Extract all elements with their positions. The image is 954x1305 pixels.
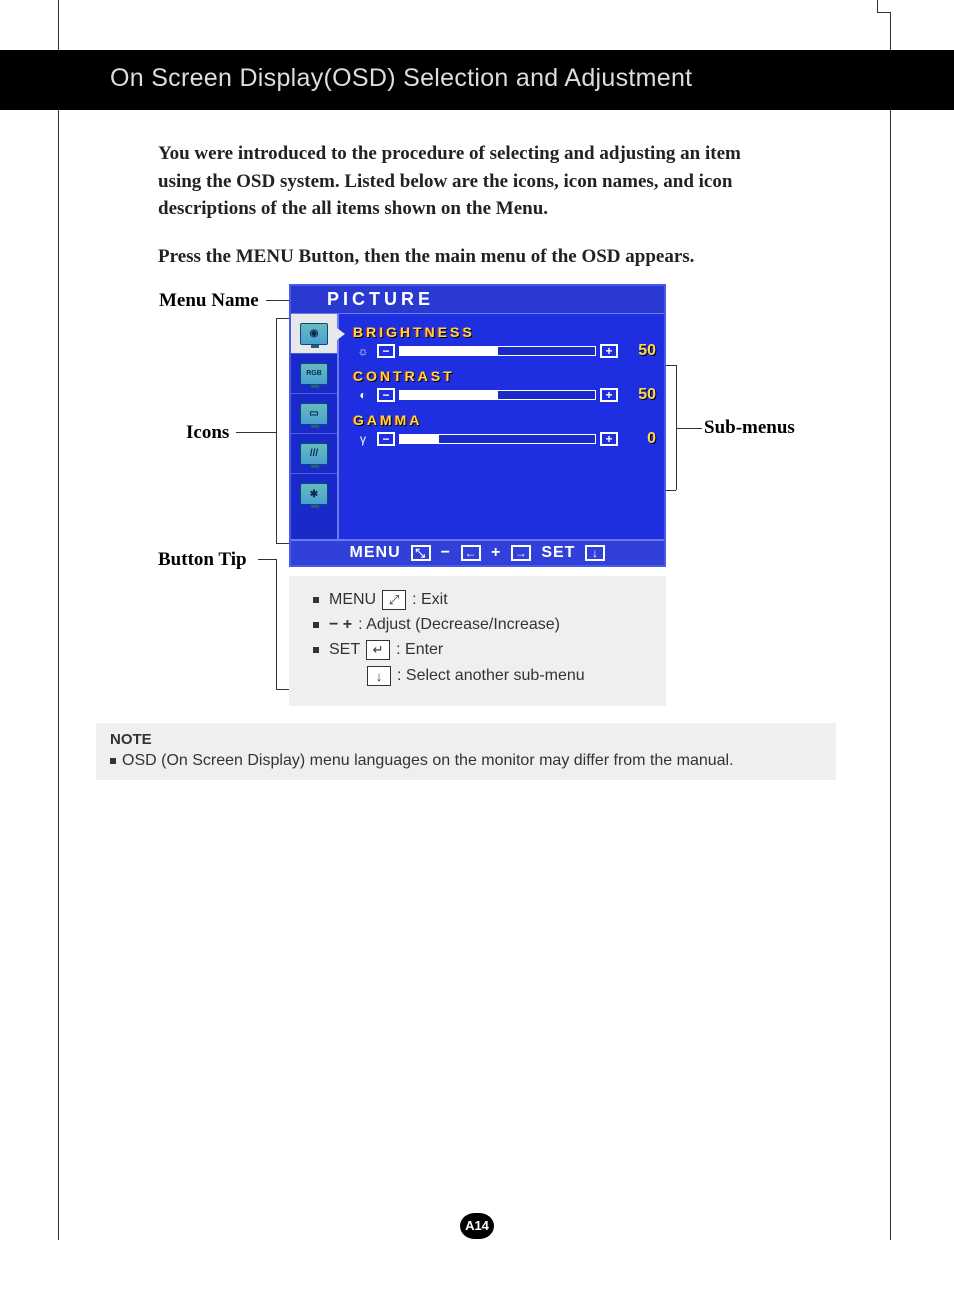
line-submenus bbox=[676, 428, 702, 429]
tip-desc: : Enter bbox=[396, 641, 443, 659]
bracket-icons-b bbox=[276, 543, 290, 544]
submenu-label: CONTRAST bbox=[353, 368, 656, 384]
brightness-slider[interactable] bbox=[399, 346, 596, 356]
label-menu-name: Menu Name bbox=[159, 290, 259, 312]
minus-button[interactable]: − bbox=[377, 432, 395, 446]
rgb-icon: RGB bbox=[301, 364, 327, 384]
enter-key-icon: ↵ bbox=[366, 640, 390, 660]
osd-icon-color[interactable]: RGB bbox=[291, 354, 337, 394]
sun-icon: ◉ bbox=[301, 324, 327, 344]
osd-icon-setup[interactable]: ✱ bbox=[291, 474, 337, 514]
osd-main: BRIGHTNESS ☼ − + 50 CONTRAST ◐ − + 50 bbox=[339, 314, 664, 539]
tip-row: − + : Adjust (Decrease/Increase) bbox=[313, 616, 648, 634]
note-text: OSD (On Screen Display) menu languages o… bbox=[110, 752, 822, 770]
contrast-value: 50 bbox=[622, 386, 656, 404]
slider-row: γ − + 0 bbox=[353, 430, 656, 448]
label-sub-menus: Sub-menus bbox=[704, 417, 795, 439]
label-button-tip: Button Tip bbox=[158, 549, 247, 571]
osd-footer: MENU ⤡ −← + → SET ↓ bbox=[291, 539, 664, 565]
bracket-submenus-v bbox=[676, 365, 677, 490]
intro-text: You were introduced to the procedure of … bbox=[158, 140, 778, 223]
osd-icon-screen[interactable]: ▭ bbox=[291, 394, 337, 434]
gamma-value: 0 bbox=[622, 430, 656, 448]
tip-row: ↓ : Select another sub-menu bbox=[367, 666, 648, 686]
bracket-icons-t bbox=[276, 318, 290, 319]
corner-mark bbox=[877, 0, 891, 13]
note-label: NOTE bbox=[110, 731, 822, 748]
button-tip-box: MENU ⤢ : Exit − + : Adjust (Decrease/Inc… bbox=[289, 576, 666, 706]
tip-row: MENU ⤢ : Exit bbox=[313, 590, 648, 610]
gamma-slider[interactable] bbox=[399, 434, 596, 444]
minus-button[interactable]: − bbox=[377, 388, 395, 402]
line-button-tip bbox=[258, 559, 276, 560]
bullet-icon bbox=[313, 622, 319, 628]
label-icons: Icons bbox=[186, 422, 229, 444]
osd-icon-picture[interactable]: ◉ bbox=[291, 314, 337, 354]
bracket-buttontip-b bbox=[276, 689, 290, 690]
note-text-content: OSD (On Screen Display) menu languages o… bbox=[122, 752, 734, 769]
osd-body: ◉ RGB ▭ /// ✱ BRIGHTNESS ☼ − + bbox=[291, 314, 664, 539]
bracket-submenus-b bbox=[666, 490, 676, 491]
gear-icon: ✱ bbox=[301, 484, 327, 504]
page-number: A14 bbox=[460, 1213, 494, 1239]
line-menu-name bbox=[266, 300, 290, 301]
minus-button[interactable]: − bbox=[377, 344, 395, 358]
tip-desc: : Adjust (Decrease/Increase) bbox=[358, 616, 560, 634]
note-box: NOTE OSD (On Screen Display) menu langua… bbox=[96, 723, 836, 780]
tip-row: SET ↵ : Enter bbox=[313, 640, 648, 660]
slider-row: ☼ − + 50 bbox=[353, 342, 656, 360]
osd-title: PICTURE bbox=[291, 286, 664, 314]
right-key-icon: → bbox=[511, 545, 531, 561]
slider-row: ◐ − + 50 bbox=[353, 386, 656, 404]
submenu-label: BRIGHTNESS bbox=[353, 324, 656, 340]
bullet-icon bbox=[313, 597, 319, 603]
left-key-icon: ← bbox=[461, 545, 481, 561]
tip-desc: : Select another sub-menu bbox=[397, 667, 585, 685]
bracket-buttontip-v bbox=[276, 559, 277, 689]
footer-plus: + bbox=[491, 544, 501, 562]
tools-icon: /// bbox=[301, 444, 327, 464]
header-bar: On Screen Display(OSD) Selection and Adj… bbox=[0, 50, 954, 110]
tip-label: SET bbox=[329, 641, 360, 659]
bracket-submenus-t bbox=[666, 365, 676, 366]
down-key-icon: ↓ bbox=[585, 545, 605, 561]
submenu-contrast: CONTRAST ◐ − + 50 bbox=[353, 368, 656, 404]
osd-icon-column: ◉ RGB ▭ /// ✱ bbox=[291, 314, 339, 539]
contrast-icon: ◐ bbox=[353, 388, 373, 402]
down-key-icon: ↓ bbox=[367, 666, 391, 686]
submenu-brightness: BRIGHTNESS ☼ − + 50 bbox=[353, 324, 656, 360]
plus-button[interactable]: + bbox=[600, 344, 618, 358]
plus-button[interactable]: + bbox=[600, 432, 618, 446]
page-title: On Screen Display(OSD) Selection and Adj… bbox=[110, 64, 692, 93]
footer-minus: − bbox=[441, 544, 451, 562]
bullet-icon bbox=[110, 758, 116, 764]
brightness-icon: ☼ bbox=[353, 344, 373, 358]
menu-key-icon: ⤡ bbox=[411, 545, 431, 561]
osd-window: PICTURE ◉ RGB ▭ /// ✱ BRIGHTNESS ☼ bbox=[289, 284, 666, 567]
submenu-gamma: GAMMA γ − + 0 bbox=[353, 412, 656, 448]
footer-set-label: SET bbox=[541, 544, 575, 562]
tip-desc: : Exit bbox=[412, 591, 448, 609]
screen-icon: ▭ bbox=[301, 404, 327, 424]
line-icons bbox=[236, 432, 276, 433]
press-menu-text: Press the MENU Button, then the main men… bbox=[158, 246, 798, 268]
bracket-icons-v bbox=[276, 318, 277, 543]
plus-button[interactable]: + bbox=[600, 388, 618, 402]
contrast-slider[interactable] bbox=[399, 390, 596, 400]
footer-menu-label: MENU bbox=[350, 544, 401, 562]
exit-key-icon: ⤢ bbox=[382, 590, 406, 610]
osd-icon-tools[interactable]: /// bbox=[291, 434, 337, 474]
brightness-value: 50 bbox=[622, 342, 656, 360]
bullet-icon bbox=[313, 647, 319, 653]
submenu-label: GAMMA bbox=[353, 412, 656, 428]
gamma-icon: γ bbox=[353, 432, 373, 446]
minommit-plus-label: − + bbox=[329, 616, 352, 634]
tip-label: MENU bbox=[329, 591, 376, 609]
